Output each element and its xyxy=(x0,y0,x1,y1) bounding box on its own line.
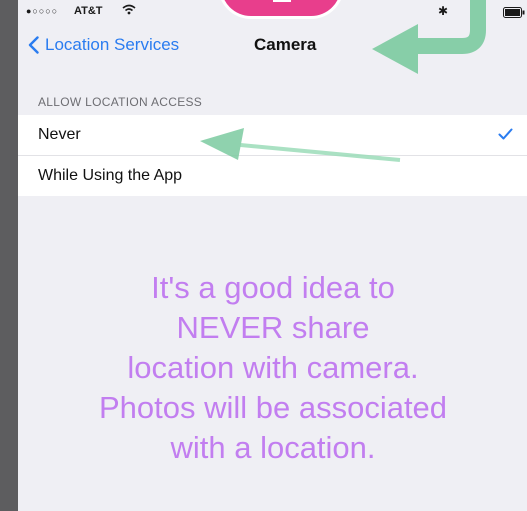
option-while-using-the-app[interactable]: While Using the App xyxy=(18,155,527,196)
carrier-label: AT&T xyxy=(74,5,103,17)
option-label: While Using the App xyxy=(38,167,183,184)
chevron-left-icon xyxy=(28,36,39,54)
navigation-bar: Location Services Camera xyxy=(18,26,527,66)
option-never[interactable]: Never xyxy=(18,115,527,155)
signal-strength-icon: ●○○○○ xyxy=(26,6,59,16)
bluetooth-icon: ✱ xyxy=(438,4,449,18)
section-header: ALLOW LOCATION ACCESS xyxy=(38,95,203,109)
checkmark-icon xyxy=(498,127,513,145)
wifi-icon xyxy=(122,4,136,18)
location-access-options: Never While Using the App xyxy=(18,115,527,196)
option-label: Never xyxy=(38,126,81,143)
phone-screen: ●○○○○ AT&T ✱ Location Services Camera AL… xyxy=(18,0,527,511)
caption-text: It's a good idea to NEVER share location… xyxy=(98,270,448,465)
battery-icon xyxy=(503,7,525,21)
page-title: Camera xyxy=(254,35,317,54)
back-button[interactable]: Location Services xyxy=(28,35,179,55)
back-button-label: Location Services xyxy=(45,35,180,54)
